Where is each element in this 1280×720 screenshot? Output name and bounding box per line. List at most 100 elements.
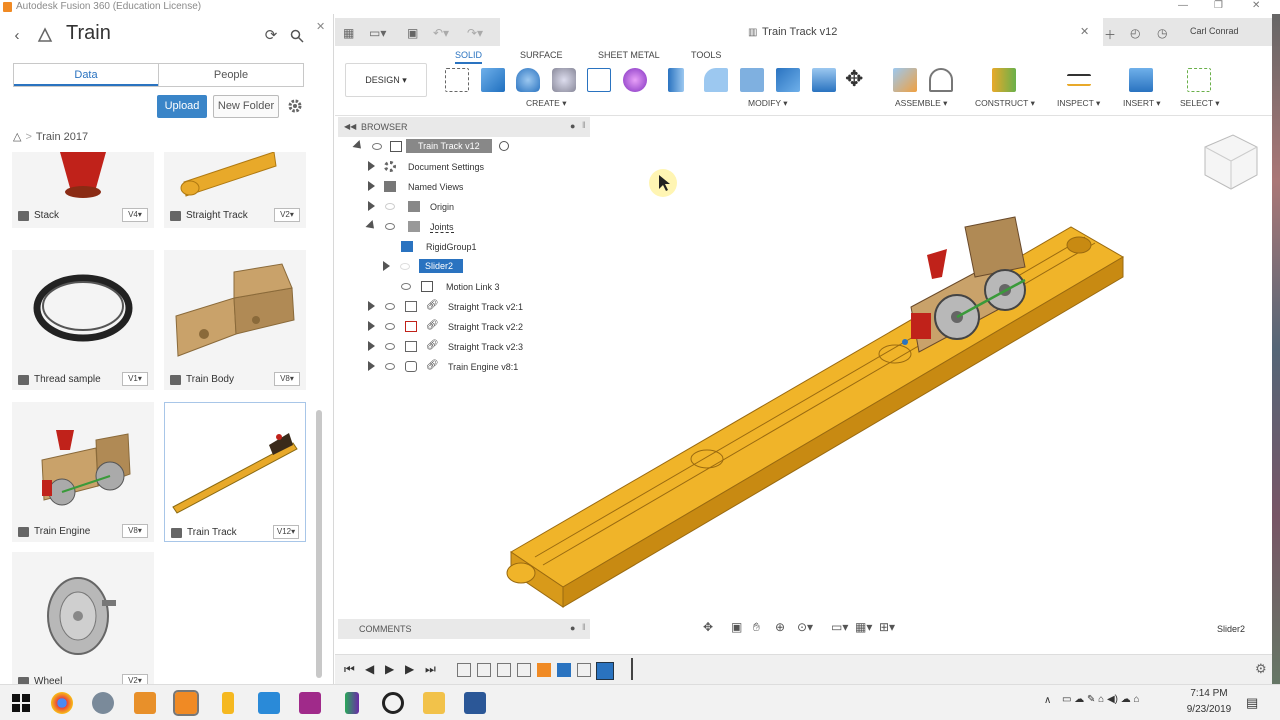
expand-toggle[interactable] [368,181,375,191]
windows-start-icon[interactable] [12,694,30,712]
close-window-button[interactable]: ✕ [1252,0,1260,11]
action-center-icon[interactable]: ▤ [1246,695,1258,711]
tree-row-rigid-group[interactable]: RigidGroup1 [401,237,591,257]
minimize-button[interactable]: — [1178,0,1188,11]
fit-icon[interactable]: ⊙▾ [797,620,813,634]
browser-pin-icon[interactable]: ‖ [582,120,586,130]
file-explorer-icon[interactable] [423,692,445,714]
inspect-group-label[interactable]: INSPECT ▾ [1057,98,1100,109]
chamfer-icon[interactable] [740,68,764,92]
visibility-eye-icon[interactable] [372,143,382,150]
look-at-icon[interactable]: ▣ [731,620,742,634]
tab-data[interactable]: Data [14,64,158,86]
search-icon[interactable] [290,29,304,43]
expand-toggle[interactable] [368,161,375,171]
back-arrow-icon[interactable]: ‹ [8,27,26,45]
select-group-label[interactable]: SELECT ▾ [1180,98,1220,109]
version-badge[interactable]: V8▾ [122,524,148,538]
tab-sheet-metal[interactable]: SHEET METAL [598,50,660,60]
tree-row-track-3[interactable]: 🔗︎ Straight Track v2:3 [368,337,588,357]
feature-icon[interactable] [577,663,591,677]
measure-icon[interactable] [1067,74,1091,86]
undo-icon[interactable]: ↶▾ [433,26,449,40]
step-back-icon[interactable]: ◀ [365,662,374,676]
go-to-start-icon[interactable]: ⏮ [344,662,355,677]
add-tab-icon[interactable]: ＋ [1104,26,1116,43]
data-panel-scrollbar[interactable] [316,410,322,678]
comments-options-icon[interactable]: ● [570,623,575,633]
combine-icon[interactable] [812,68,836,92]
save-icon[interactable]: ▣ [407,26,418,40]
expand-toggle[interactable] [368,301,375,311]
tray-overflow-icon[interactable]: ∧ [1044,695,1051,706]
version-badge[interactable]: V1▾ [122,372,148,386]
version-badge[interactable]: V2▾ [122,674,148,684]
grid-menu-icon[interactable]: ▦ [343,26,354,40]
orbit-icon[interactable]: ✥ [703,620,713,634]
insert-image-icon[interactable] [1129,68,1153,92]
tab-solid[interactable]: SOLID [455,50,483,64]
feature-icon[interactable] [477,663,491,677]
play-icon[interactable]: ▶ [385,662,394,676]
feature-icon[interactable] [497,663,511,677]
timeline-settings-icon[interactable]: ⚙ [1255,661,1267,677]
tree-row-track-1[interactable]: 🔗︎ Straight Track v2:1 [368,297,588,317]
user-account[interactable]: Carl Conrad [1190,26,1239,36]
tree-row-origin[interactable]: Origin [368,197,588,217]
assemble-group-label[interactable]: ASSEMBLE ▾ [895,98,947,109]
file-card-train-body[interactable]: Train Body V8▾ [164,250,306,390]
redo-icon[interactable]: ↷▾ [467,26,483,40]
create-group-label[interactable]: CREATE ▾ [526,98,566,109]
tray-icons[interactable]: ▭ ☁ ✎ ⌂ ◀) ☁ ⌂ [1062,694,1140,705]
feature-icon[interactable] [557,663,571,677]
visibility-eye-icon[interactable] [385,303,395,310]
create-form-icon[interactable] [623,68,647,92]
file-card-wheel[interactable]: Wheel V2▾ [12,552,154,684]
feature-icon[interactable] [537,663,551,677]
file-card-thread-sample[interactable]: Thread sample V1▾ [12,250,154,390]
tree-row-document-settings[interactable]: Document Settings [368,157,588,177]
job-status-icon[interactable]: ◴ [1130,26,1140,40]
app-icon[interactable] [345,692,359,714]
visibility-eye-icon[interactable] [385,223,395,230]
comments-pin-icon[interactable]: ‖ [582,622,586,632]
select-icon[interactable] [1187,68,1211,92]
expand-toggle[interactable] [368,321,375,331]
edit-app-icon[interactable] [258,692,280,714]
offset-plane-icon[interactable] [992,68,1016,92]
expand-toggle[interactable] [383,261,390,271]
create-sketch-icon[interactable] [445,68,469,92]
version-badge[interactable]: V4▾ [122,208,148,222]
browser-options-icon[interactable]: ● [570,121,575,131]
word-icon[interactable] [464,692,486,714]
record-icon[interactable] [382,692,404,714]
visibility-eye-icon[interactable] [385,363,395,370]
step-forward-icon[interactable]: ▶ [405,662,414,676]
collapse-browser-icon[interactable]: ◀◀ [344,122,356,131]
tree-root[interactable]: Train Track v12 [352,137,595,157]
feature-icon-selected[interactable] [596,662,614,680]
new-folder-button[interactable]: New Folder [213,95,279,118]
revolve-icon[interactable] [516,68,540,92]
tab-people[interactable]: People [158,64,303,86]
visibility-eye-icon[interactable] [385,343,395,350]
breadcrumb-folder[interactable]: Train 2017 [36,131,88,143]
viewports-icon[interactable]: ⊞▾ [879,620,895,634]
tab-surface[interactable]: SURFACE [520,50,563,60]
file-card-straight-track[interactable]: Straight Track V2▾ [164,152,306,228]
tree-row-named-views[interactable]: Named Views [368,177,588,197]
refresh-icon[interactable]: ⟳ [262,27,280,45]
expand-toggle[interactable] [368,361,375,371]
file-menu-icon[interactable]: ▭▾ [369,26,386,40]
expand-toggle[interactable] [368,341,375,351]
workspace-switcher[interactable]: DESIGN ▾ [345,63,427,97]
clock-date[interactable]: 9/23/2019 [1184,704,1234,715]
construct-group-label[interactable]: CONSTRUCT ▾ [975,98,1035,109]
document-tab[interactable]: ▥ Train Track v12 ✕ [500,18,1103,46]
collapse-toggle[interactable] [365,219,378,233]
chrome-icon[interactable] [51,692,73,714]
feature-icon[interactable] [517,663,531,677]
close-tab-icon[interactable]: ✕ [1080,25,1089,38]
activate-radio[interactable] [499,141,509,151]
visibility-eye-icon[interactable] [400,263,410,270]
